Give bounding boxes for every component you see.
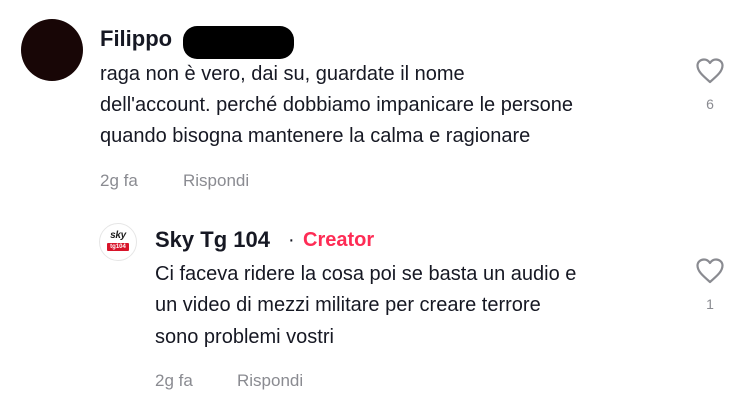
- redaction-mark: [183, 26, 294, 59]
- author-separator: ·: [288, 229, 295, 251]
- heart-outline-icon[interactable]: [696, 58, 724, 84]
- avatar-logo-text: sky: [110, 230, 126, 241]
- comment-text-line: Ci faceva ridere la cosa poi se basta un…: [155, 263, 577, 285]
- avatar-logo-sub: tg104: [107, 243, 129, 251]
- like-count: 1: [706, 296, 714, 312]
- comment-text-line: dell'account. perché dobbiamo impanicare…: [100, 94, 573, 116]
- comment-timestamp: 2g fa: [100, 171, 138, 190]
- comment-text-line: un video di mezzi militare per creare te…: [155, 294, 541, 316]
- comment-text-line: sono problemi vostri: [155, 326, 334, 348]
- comment-text-line: raga non è vero, dai su, guardate il nom…: [100, 63, 465, 85]
- comment-text-line: quando bisogna mantenere la calma e ragi…: [100, 125, 531, 147]
- creator-badge: Creator: [303, 229, 375, 251]
- reply-button[interactable]: Rispondi: [183, 171, 249, 191]
- like-count: 6: [706, 96, 714, 112]
- heart-outline-icon[interactable]: [696, 258, 724, 284]
- avatar[interactable]: sky tg104: [99, 223, 137, 261]
- avatar[interactable]: [21, 19, 83, 81]
- comment-author[interactable]: Sky Tg 104: [155, 227, 270, 253]
- comment-filippo: Filippo raga non è vero, dai su, guardat…: [0, 0, 753, 200]
- reply-button[interactable]: Rispondi: [237, 371, 303, 391]
- comment-timestamp: 2g fa: [155, 371, 193, 390]
- comment-author[interactable]: Filippo: [100, 26, 172, 52]
